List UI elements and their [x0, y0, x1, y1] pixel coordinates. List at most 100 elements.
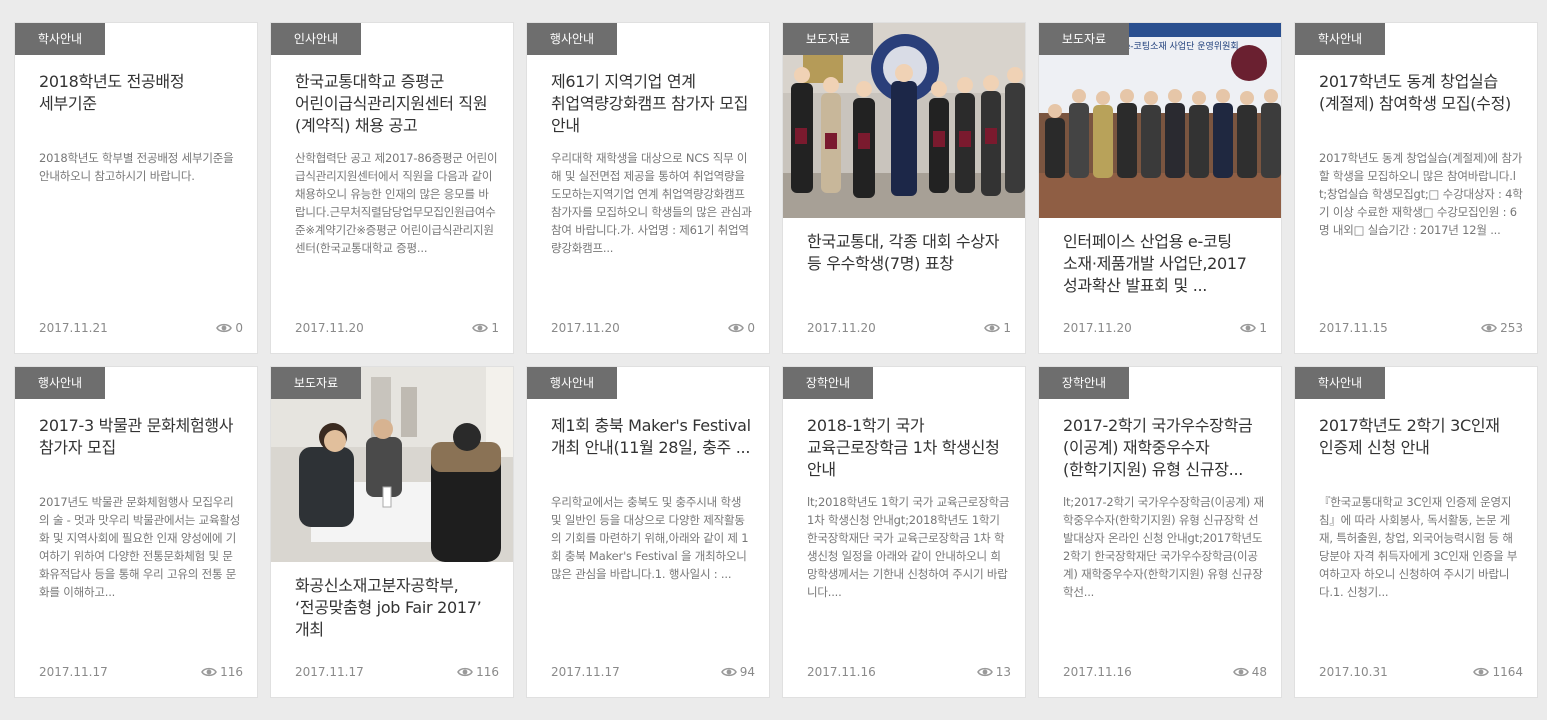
- post-title[interactable]: 2017학년도 2학기 3C인재 인증제 신청 안내: [1319, 415, 1521, 459]
- post-card[interactable]: 장학안내 2017-2학기 국가우수장학금(이공계) 재학중우수자(한학기지원) …: [1038, 366, 1282, 698]
- post-date: 2017.11.17: [295, 665, 364, 679]
- category-badge: 보도자료: [783, 23, 873, 55]
- post-meta: 2017.11.17 116: [39, 663, 243, 681]
- post-excerpt: lt;2018학년도 1학기 국가 교육근로장학금 1차 학생신청 안내gt;2…: [807, 495, 1010, 599]
- category-badge: 행사안내: [15, 367, 105, 399]
- category-badge: 장학안내: [1039, 367, 1129, 399]
- post-title[interactable]: 한국교통대, 각종 대회 수상자 등 우수학생(7명) 표창: [807, 231, 1009, 275]
- eye-icon: [457, 666, 474, 678]
- post-card[interactable]: 보도자료한국교통대, 각종 대회 수상자 등 우수학생(7명) 표창 2017.…: [782, 22, 1026, 354]
- post-date: 2017.11.21: [39, 321, 108, 335]
- post-meta: 2017.11.17 94: [551, 663, 755, 681]
- post-card[interactable]: 학사안내 2017학년도 2학기 3C인재 인증제 신청 안내 『한국교통대학교 3…: [1294, 366, 1538, 698]
- view-count-value: 0: [235, 321, 243, 335]
- view-count-value: 116: [220, 665, 243, 679]
- eye-icon: [472, 322, 489, 334]
- post-meta: 2017.11.15 253: [1319, 319, 1523, 337]
- category-badge: 장학안내: [783, 367, 873, 399]
- view-count: 1: [472, 319, 499, 337]
- post-meta: 2017.11.21 0: [39, 319, 243, 337]
- eye-icon: [728, 322, 745, 334]
- post-excerpt: lt;2017-2학기 국가우수장학금(이공계) 재학중우수자(한학기지원) 유…: [1063, 495, 1264, 599]
- post-date: 2017.11.20: [295, 321, 364, 335]
- eye-icon: [201, 666, 218, 678]
- post-title[interactable]: 2018학년도 전공배정 세부기준: [39, 71, 241, 115]
- view-count: 48: [1232, 663, 1267, 681]
- view-count: 94: [720, 663, 755, 681]
- eye-icon: [1240, 322, 1257, 334]
- view-count: 1: [984, 319, 1011, 337]
- category-badge: 보도자료: [271, 367, 361, 399]
- view-count-value: 253: [1500, 321, 1523, 335]
- card-grid: 학사안내 2018학년도 전공배정 세부기준 2018학년도 학부별 전공배정 세부…: [0, 0, 1547, 720]
- eye-icon: [1232, 666, 1249, 678]
- post-title[interactable]: 화공신소재고분자공학부, ‘전공맞춤형 job Fair 2017’ 개최: [295, 575, 497, 641]
- category-badge: 행사안내: [527, 23, 617, 55]
- post-card[interactable]: 2017 e-코팅소재 사업단 운영위원회 보도자료 인터페이스 산업용 e-코…: [1038, 22, 1282, 354]
- view-count: 253: [1481, 319, 1523, 337]
- eye-icon: [216, 322, 233, 334]
- post-card[interactable]: 행사안내제61기 지역기업 연계 취업역량강화캠프 참가자 모집 안내우리대학 …: [526, 22, 770, 354]
- view-count-value: 0: [747, 321, 755, 335]
- post-card[interactable]: 보도자료화공신소재고분자공학부, ‘전공맞춤형 job Fair 2017’ 개…: [270, 366, 514, 698]
- post-date: 2017.11.20: [1063, 321, 1132, 335]
- post-excerpt: 산학협력단 공고 제2017-86증평군 어린이급식관리지원센터에서 직원을 다…: [295, 151, 498, 255]
- post-title[interactable]: 인터페이스 산업용 e-코팅 소재·제품개발 사업단,2017 성과확산 발표회…: [1063, 231, 1265, 297]
- view-count: 13: [976, 663, 1011, 681]
- post-excerpt: 우리대학 재학생을 대상으로 NCS 직무 이해 및 실전면접 제공을 통하여 …: [551, 151, 752, 255]
- view-count-value: 1: [491, 321, 499, 335]
- post-excerpt: 2017학년도 동계 창업실습(계절제)에 참가할 학생을 모집하오니 많은 참…: [1319, 151, 1523, 237]
- eye-icon: [1481, 322, 1498, 334]
- post-card[interactable]: 장학안내 2018-1학기 국가 교육근로장학금 1차 학생신청 안내 lt;201…: [782, 366, 1026, 698]
- view-count-value: 116: [476, 665, 499, 679]
- view-count-value: 1164: [1492, 665, 1523, 679]
- post-meta: 2017.11.20 1: [807, 319, 1011, 337]
- view-count-value: 48: [1251, 665, 1267, 679]
- post-meta: 2017.11.16 13: [807, 663, 1011, 681]
- post-card[interactable]: 행사안내 제1회 충북 Maker's Festival 개최 안내(11월 28…: [526, 366, 770, 698]
- post-title[interactable]: 제1회 충북 Maker's Festival 개최 안내(11월 28일, 충…: [551, 415, 753, 459]
- post-excerpt: 2018학년도 학부별 전공배정 세부기준을안내하오니 참고하시기 바랍니다.: [39, 151, 234, 183]
- post-date: 2017.11.16: [1063, 665, 1132, 679]
- post-meta: 2017.11.16 48: [1063, 663, 1267, 681]
- post-date: 2017.10.31: [1319, 665, 1388, 679]
- post-meta: 2017.11.20 0: [551, 319, 755, 337]
- post-excerpt: 2017년도 박물관 문화체험행사 모집우리의 술 - 멋과 맛우리 박물관에서…: [39, 495, 241, 599]
- post-date: 2017.11.20: [807, 321, 876, 335]
- view-count: 0: [728, 319, 755, 337]
- post-date: 2017.11.17: [551, 665, 620, 679]
- category-badge: 인사안내: [271, 23, 361, 55]
- post-meta: 2017.11.20 1: [1063, 319, 1267, 337]
- view-count-value: 1: [1003, 321, 1011, 335]
- post-date: 2017.11.17: [39, 665, 108, 679]
- category-badge: 보도자료: [1039, 23, 1129, 55]
- view-count: 1164: [1473, 663, 1523, 681]
- post-title[interactable]: 2017-3 박물관 문화체험행사 참가자 모집: [39, 415, 241, 459]
- view-count-value: 13: [995, 665, 1011, 679]
- post-date: 2017.11.20: [551, 321, 620, 335]
- view-count-value: 1: [1259, 321, 1267, 335]
- post-meta: 2017.11.17 116: [295, 663, 499, 681]
- post-card[interactable]: 학사안내 2018학년도 전공배정 세부기준 2018학년도 학부별 전공배정 세부…: [14, 22, 258, 354]
- post-excerpt: 『한국교통대학교 3C인재 인증제 운영지침』에 따라 사회봉사, 독서활동, …: [1319, 495, 1518, 599]
- post-meta: 2017.11.20 1: [295, 319, 499, 337]
- post-title[interactable]: 2017학년도 동계 창업실습(계절제) 참여학생 모집(수정): [1319, 71, 1521, 115]
- post-date: 2017.11.16: [807, 665, 876, 679]
- view-count: 0: [216, 319, 243, 337]
- post-card[interactable]: 학사안내 2017학년도 동계 창업실습(계절제) 참여학생 모집(수정) 2017…: [1294, 22, 1538, 354]
- eye-icon: [984, 322, 1001, 334]
- eye-icon: [1473, 666, 1490, 678]
- post-card[interactable]: 인사안내한국교통대학교 증평군 어린이급식관리지원센터 직원(계약직) 채용 공…: [270, 22, 514, 354]
- category-badge: 학사안내: [1295, 23, 1385, 55]
- category-badge: 학사안내: [15, 23, 105, 55]
- post-title[interactable]: 2018-1학기 국가 교육근로장학금 1차 학생신청 안내: [807, 415, 1009, 481]
- eye-icon: [976, 666, 993, 678]
- post-title[interactable]: 한국교통대학교 증평군 어린이급식관리지원센터 직원(계약직) 채용 공고: [295, 71, 497, 137]
- category-badge: 학사안내: [1295, 367, 1385, 399]
- view-count: 116: [457, 663, 499, 681]
- post-date: 2017.11.15: [1319, 321, 1388, 335]
- post-title[interactable]: 2017-2학기 국가우수장학금(이공계) 재학중우수자(한학기지원) 유형 신…: [1063, 415, 1265, 481]
- post-title[interactable]: 제61기 지역기업 연계 취업역량강화캠프 참가자 모집 안내: [551, 71, 753, 137]
- post-card[interactable]: 행사안내 2017-3 박물관 문화체험행사 참가자 모집 2017년도 박물관 문…: [14, 366, 258, 698]
- eye-icon: [720, 666, 737, 678]
